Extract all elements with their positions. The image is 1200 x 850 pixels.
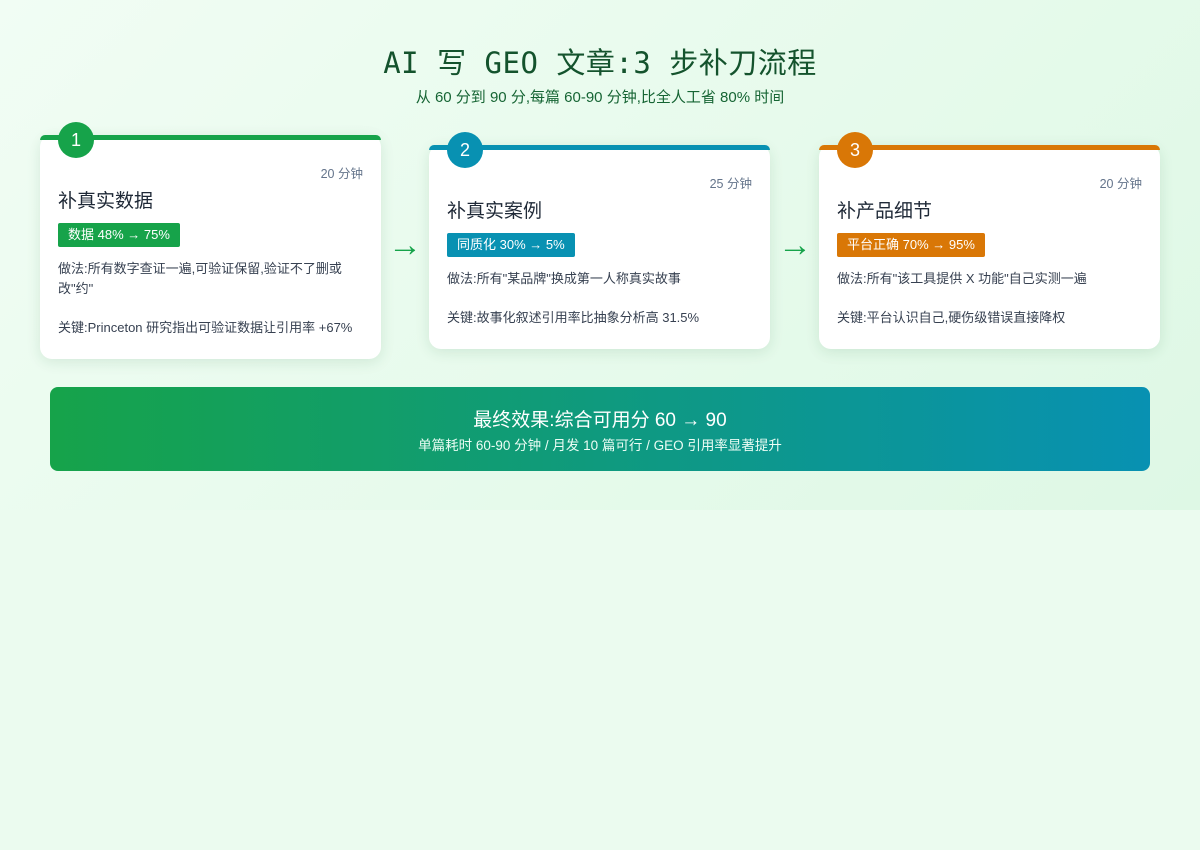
- step-1-method: 做法:所有数字查证一遍,可验证保留,验证不了删或改"约": [58, 261, 342, 296]
- page-subtitle: 从 60 分到 90 分,每篇 60-90 分钟,比全人工省 80% 时间: [415, 89, 785, 106]
- step-3-method: 做法:所有"该工具提供 X 功能"自己实测一遍: [837, 271, 1087, 286]
- step-1-time: 20 分钟: [320, 167, 363, 181]
- step-card-3: 3 20 分钟 补产品细节 平台正确 70% → 95% 做法:所有"该工具提供…: [819, 132, 1160, 349]
- step-2-key: 关键:故事化叙述引用率比抽象分析高 31.5%: [447, 310, 700, 325]
- step-3-metric-tag: 平台正确 70% → 95%: [837, 233, 985, 257]
- step-2-method: 做法:所有"某品牌"换成第一人称真实故事: [447, 271, 681, 286]
- step-1-name: 补真实数据: [58, 191, 154, 212]
- step-1-key: 关键:Princeton 研究指出可验证数据让引用率 +67%: [58, 320, 353, 335]
- step-card-1: 1 20 分钟 补真实数据 数据 48% → 75% 做法:所有数字查证一遍,可…: [40, 122, 381, 359]
- step-2-name: 补真实案例: [447, 201, 543, 222]
- flow-arrow-2: →: [778, 226, 812, 264]
- step-3-key: 关键:平台认识自己,硬伤级错误直接降权: [837, 310, 1066, 325]
- step-2-number-badge: 2: [447, 132, 483, 168]
- result-subtitle: 单篇耗时 60-90 分钟 / 月发 10 篇可行 / GEO 引用率显著提升: [418, 438, 782, 453]
- step-2-time: 25 分钟: [709, 177, 752, 191]
- flow-arrow-1: →: [388, 226, 422, 264]
- step-3-name: 补产品细节: [837, 201, 933, 222]
- step-2-metric-tag: 同质化 30% → 5%: [447, 233, 575, 257]
- step-1-metric-tag: 数据 48% → 75%: [58, 223, 180, 247]
- result-title: 最终效果:综合可用分 60 → 90: [473, 410, 727, 431]
- step-3-number-badge: 3: [837, 132, 873, 168]
- step-card-2: 2 25 分钟 补真实案例 同质化 30% → 5% 做法:所有"某品牌"换成第…: [429, 132, 770, 349]
- result-banner: 最终效果:综合可用分 60 → 90 单篇耗时 60-90 分钟 / 月发 10…: [50, 387, 1150, 471]
- diagram-canvas: AI 写 GEO 文章:3 步补刀流程 从 60 分到 90 分,每篇 60-9…: [0, 0, 1200, 510]
- step-1-number-badge: 1: [58, 122, 94, 158]
- step-3-time: 20 分钟: [1099, 177, 1142, 191]
- page-title: AI 写 GEO 文章:3 步补刀流程: [383, 46, 817, 80]
